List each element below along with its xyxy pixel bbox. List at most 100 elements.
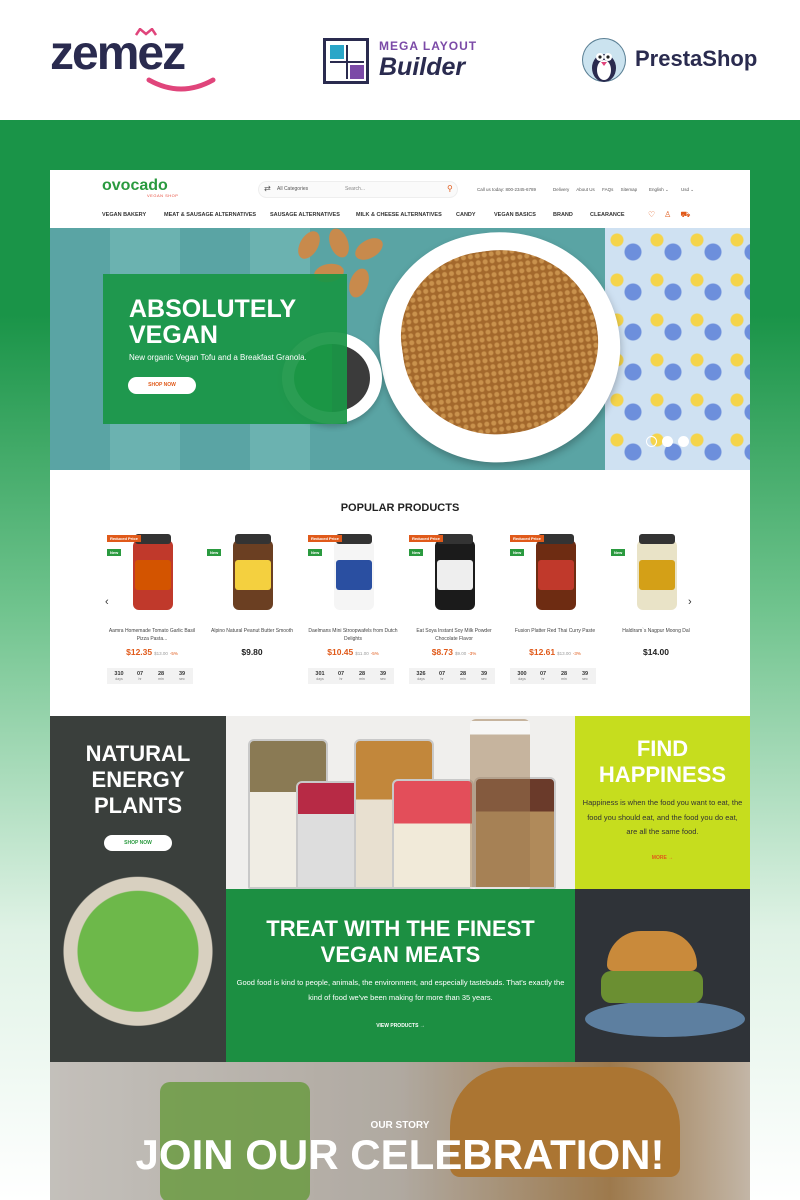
slider-dot[interactable] bbox=[678, 436, 689, 447]
grid-icon bbox=[323, 38, 369, 84]
product-image[interactable] bbox=[121, 532, 185, 614]
nav-candy[interactable]: CANDY bbox=[456, 212, 476, 218]
new-badge: New bbox=[308, 549, 323, 556]
countdown-cell: 28 min bbox=[453, 671, 473, 681]
section-title: POPULAR PRODUCTS bbox=[340, 502, 460, 514]
product-card[interactable]: Reduced Price New Daelmans Mini Stroopwafe… bbox=[304, 530, 402, 690]
patty bbox=[601, 971, 703, 1003]
mega-layout-builder-logo: MEGA LAYOUT Builder bbox=[323, 36, 483, 86]
search-bar[interactable]: ⇄ All Categories Search... ⚲ bbox=[258, 181, 458, 198]
tile-title: NATURAL ENERGY PLANTS bbox=[85, 741, 191, 818]
countdown-unit: days bbox=[518, 677, 526, 681]
link-about[interactable]: About Us bbox=[576, 187, 595, 192]
jar-lid bbox=[639, 534, 675, 544]
nav-clearance[interactable]: CLEARANCE bbox=[590, 212, 625, 218]
hero-shop-now-button[interactable]: SHOP NOW bbox=[128, 377, 196, 394]
heart-icon[interactable]: ♡ bbox=[648, 210, 655, 219]
countdown-unit: sec bbox=[380, 677, 386, 681]
countdown-cell: 07 hr bbox=[331, 671, 351, 681]
category-select[interactable]: All Categories bbox=[277, 186, 308, 192]
nav-milk-cheese[interactable]: MILK & CHEESE ALTERNATIVES bbox=[356, 212, 442, 218]
smile-icon bbox=[146, 77, 216, 92]
product-image[interactable] bbox=[221, 532, 285, 614]
tile-title: TREAT WITH THE FINEST VEGAN MEATS bbox=[266, 916, 535, 967]
product-price: $12.61 $13.00 -3% bbox=[506, 647, 604, 657]
product-price: $12.35 $13.00 -5% bbox=[103, 647, 201, 657]
call-us-text: Call us today: 800-2345-6789 bbox=[477, 187, 537, 192]
nav-brand[interactable]: BRAND bbox=[553, 212, 573, 218]
product-name[interactable]: Alpino Natural Peanut Butter Smooth bbox=[203, 627, 301, 635]
jar bbox=[470, 719, 530, 889]
jar-lid bbox=[235, 534, 271, 544]
nav-sausage[interactable]: SAUSAGE ALTERNATIVES bbox=[270, 212, 340, 218]
countdown-unit: sec bbox=[179, 677, 185, 681]
countdown-unit: days bbox=[316, 677, 324, 681]
product-price: $9.80 bbox=[203, 647, 301, 657]
product-card[interactable]: Reduced Price New Fusion Platter Red Thai … bbox=[506, 530, 604, 690]
product-name[interactable]: Aamra Homemade Tomato Garlic Basil Pizza… bbox=[103, 627, 201, 643]
shop-preview: ovocado VEGAN SHOP ⇄ All Categories Sear… bbox=[50, 170, 750, 1200]
reduced-price-badge: Reduced Price bbox=[510, 535, 544, 542]
product-card[interactable]: Reduced Price New Aamra Homemade Tomato Ga… bbox=[103, 530, 201, 690]
product-name[interactable]: Daelmans Mini Stroopwafels from Dutch De… bbox=[304, 627, 402, 643]
jars-image bbox=[226, 716, 575, 889]
discount: -5% bbox=[169, 651, 178, 656]
countdown: 310 days 07 hr 28 min 39 sec bbox=[107, 668, 193, 684]
price-value: $14.00 bbox=[643, 647, 669, 657]
product-name[interactable]: Haldiram`s Nagpur Moong Dal bbox=[607, 627, 705, 635]
header-icons: ♡ ♙ ⛟ bbox=[648, 210, 699, 220]
find-happiness-tile: FIND HAPPINESS Happiness is when the foo… bbox=[575, 716, 750, 889]
link-delivery[interactable]: Delivery bbox=[553, 187, 569, 192]
reduced-price-badge: Reduced Price bbox=[107, 535, 141, 542]
jar-label bbox=[235, 560, 271, 590]
tile-text: Good food is kind to people, animals, th… bbox=[236, 978, 565, 1002]
language-select[interactable]: English ⌄ bbox=[649, 187, 669, 193]
jar-label bbox=[135, 560, 171, 590]
our-story-section: OUR STORY JOIN OUR CELEBRATION! bbox=[50, 1062, 750, 1200]
jar bbox=[392, 779, 474, 889]
hero-banner: ABSOLUTELY VEGAN New organic Vegan Tofu … bbox=[50, 228, 750, 470]
product-image[interactable] bbox=[625, 532, 689, 614]
countdown-unit: min bbox=[158, 677, 164, 681]
product-card[interactable]: Reduced Price New Eat Soya Instant Soy Mil… bbox=[405, 530, 503, 690]
product-image[interactable] bbox=[322, 532, 386, 614]
cart-icon[interactable]: ⛟ bbox=[680, 210, 690, 219]
user-icon[interactable]: ♙ bbox=[664, 210, 671, 219]
more-link[interactable]: MORE → bbox=[575, 855, 750, 861]
natural-energy-tile[interactable]: NATURAL ENERGY PLANTS SHOP NOW bbox=[50, 716, 226, 1062]
link-sitemap[interactable]: Sitemap bbox=[621, 187, 638, 192]
prestashop-logo: PrestaShop bbox=[582, 36, 762, 84]
price-value: $8.73 bbox=[431, 647, 453, 657]
view-products-link[interactable]: VIEW PRODUCTS → bbox=[226, 1023, 575, 1029]
link-faqs[interactable]: FAQs bbox=[602, 187, 613, 192]
search-input[interactable]: Search... bbox=[345, 186, 365, 192]
product-card[interactable]: New Haldiram`s Nagpur Moong Dal $14.00 bbox=[607, 530, 705, 690]
product-name[interactable]: Fusion Platter Red Thai Curry Paste bbox=[506, 627, 604, 635]
promo-grid: NATURAL ENERGY PLANTS SHOP NOW FIND HAPP… bbox=[50, 716, 750, 1062]
swap-icon: ⇄ bbox=[264, 184, 271, 193]
currency-select[interactable]: Usd ⌄ bbox=[681, 187, 694, 193]
new-badge: New bbox=[510, 549, 525, 556]
plate bbox=[585, 1001, 745, 1037]
hero-subtitle: New organic Vegan Tofu and a Breakfast G… bbox=[129, 353, 307, 362]
countdown: 326 days 07 hr 28 min 39 sec bbox=[409, 668, 495, 684]
new-badge: New bbox=[409, 549, 424, 556]
price-value: $12.35 bbox=[126, 647, 153, 657]
product-image[interactable] bbox=[524, 532, 588, 614]
countdown: 301 days 07 hr 28 min 39 sec bbox=[308, 668, 394, 684]
nav-vegan-bakery[interactable]: VEGAN BAKERY bbox=[102, 212, 146, 218]
shop-now-button[interactable]: SHOP NOW bbox=[104, 835, 172, 851]
slider-dot[interactable] bbox=[646, 436, 657, 447]
slider-dot-active[interactable] bbox=[662, 436, 673, 447]
product-name[interactable]: Eat Soya Instant Soy Milk Powder Chocola… bbox=[405, 627, 503, 643]
countdown-unit: hr bbox=[541, 677, 545, 681]
product-image[interactable] bbox=[423, 532, 487, 614]
product-card[interactable]: New Alpino Natural Peanut Butter Smooth $9… bbox=[203, 530, 301, 690]
nav-meat-sausage[interactable]: MEAT & SAUSAGE ALTERNATIVES bbox=[164, 212, 256, 218]
story-kicker: OUR STORY bbox=[370, 1120, 430, 1131]
countdown-cell: 326 days bbox=[411, 671, 431, 681]
jar-label bbox=[538, 560, 574, 590]
nav-vegan-basics[interactable]: VEGAN BASICS bbox=[494, 212, 536, 218]
burger-image bbox=[575, 889, 750, 1062]
search-icon[interactable]: ⚲ bbox=[447, 184, 453, 193]
